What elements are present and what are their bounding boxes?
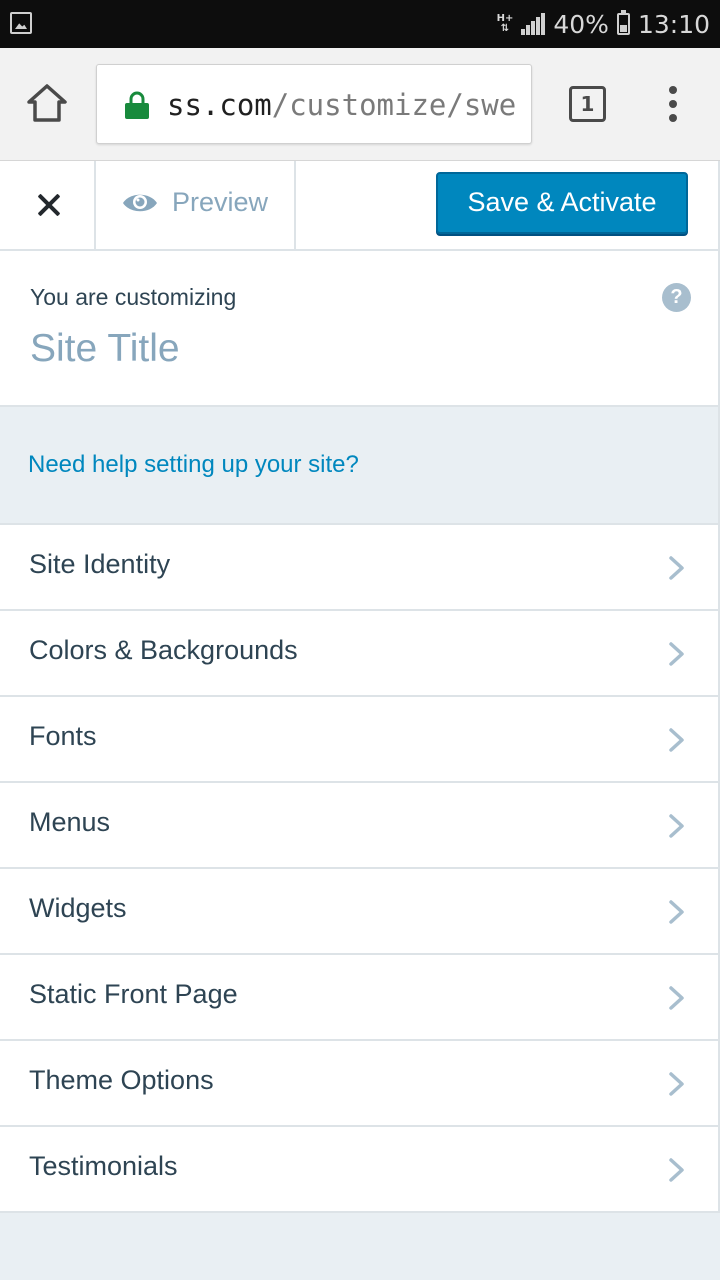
section-label: Fonts (29, 721, 97, 751)
url-text[interactable]: ss.com/customize/swe (167, 83, 517, 127)
section-testimonials[interactable]: Testimonials (0, 1127, 720, 1213)
section-site-identity[interactable]: Site Identity (0, 525, 720, 611)
preview-label: Preview (172, 187, 269, 217)
site-title: Site Title (30, 327, 180, 370)
customizer-header: Preview Save & Activate (0, 161, 720, 251)
signal-strength-icon (521, 13, 546, 35)
section-label: Static Front Page (29, 979, 238, 1009)
section-label: Colors & Backgrounds (29, 635, 298, 665)
section-theme-options[interactable]: Theme Options (0, 1041, 720, 1127)
chevron-right-icon (669, 900, 684, 924)
section-label: Widgets (29, 893, 127, 923)
section-widgets[interactable]: Widgets (0, 869, 720, 955)
preview-button[interactable]: Preview (96, 161, 296, 249)
section-fonts[interactable]: Fonts (0, 697, 720, 783)
panel-footer-space (0, 1213, 720, 1280)
eye-icon (122, 190, 158, 216)
customizing-info: You are customizing Site Title ? (0, 251, 720, 407)
section-label: Menus (29, 807, 111, 837)
battery-icon (616, 10, 630, 35)
save-activate-button[interactable]: Save & Activate (436, 172, 688, 234)
status-bar: H+ ⇅ 40% 13:10 (0, 0, 720, 48)
chevron-right-icon (669, 728, 684, 752)
chevron-right-icon (669, 986, 684, 1010)
close-icon (37, 193, 61, 217)
section-label: Site Identity (29, 549, 171, 579)
browser-toolbar: ss.com/customize/swe 1 (0, 48, 720, 161)
status-indicators: H+ ⇅ 40% 13:10 (497, 0, 710, 48)
lock-icon (124, 91, 150, 119)
chevron-right-icon (669, 642, 684, 666)
help-section: Need help setting up your site? (0, 407, 720, 525)
section-label: Testimonials (29, 1151, 178, 1181)
section-menus[interactable]: Menus (0, 783, 720, 869)
chevron-right-icon (669, 814, 684, 838)
address-bar[interactable]: ss.com/customize/swe (96, 64, 532, 144)
help-icon[interactable]: ? (662, 283, 691, 312)
clock: 13:10 (637, 9, 710, 39)
section-colors-backgrounds[interactable]: Colors & Backgrounds (0, 611, 720, 697)
customizing-label: You are customizing (30, 284, 237, 310)
section-static-front-page[interactable]: Static Front Page (0, 955, 720, 1041)
chevron-right-icon (669, 556, 684, 580)
chevron-right-icon (669, 1158, 684, 1182)
gallery-notification-icon (10, 12, 32, 34)
customizer-sections: Site Identity Colors & Backgrounds Fonts… (0, 525, 720, 1213)
network-type-indicator: H+ ⇅ (496, 13, 514, 34)
help-setup-link[interactable]: Need help setting up your site? (28, 451, 359, 479)
chevron-right-icon (669, 1072, 684, 1096)
section-label: Theme Options (29, 1065, 214, 1095)
overflow-menu-icon[interactable] (662, 86, 686, 122)
close-button[interactable] (0, 161, 96, 249)
tabs-icon[interactable]: 1 (569, 86, 606, 122)
battery-percent: 40% (553, 9, 609, 39)
home-icon[interactable] (22, 82, 72, 126)
